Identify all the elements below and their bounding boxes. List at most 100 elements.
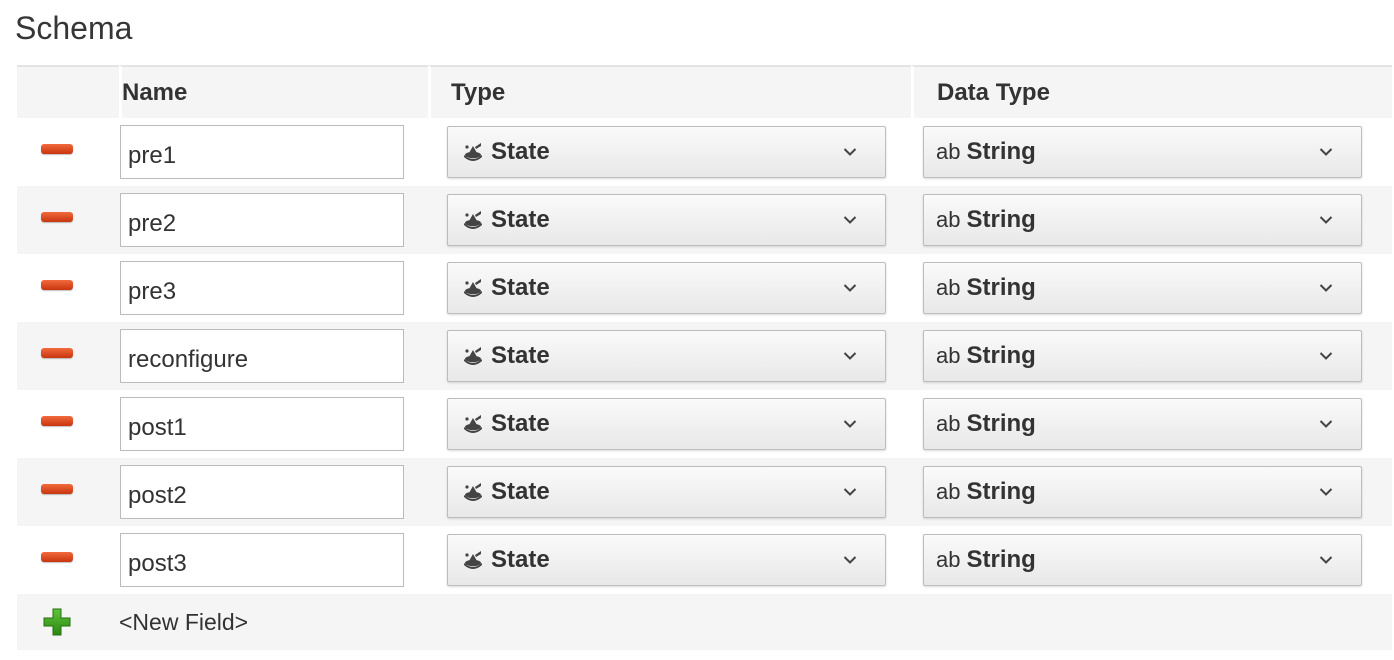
row-actions-cell [17, 458, 119, 526]
schema-table: Name Type Data Type pre1 State ab String… [17, 65, 1392, 650]
remove-field-button[interactable] [41, 348, 73, 360]
string-type-icon: ab [936, 207, 961, 232]
type-select[interactable]: State [447, 330, 886, 382]
string-type-icon: ab [936, 411, 961, 436]
header-data-type: Data Type [911, 65, 1392, 118]
minus-icon [41, 484, 73, 494]
add-field-button[interactable] [42, 607, 72, 637]
data-type-select[interactable]: ab String [923, 466, 1362, 518]
type-select[interactable]: State [447, 534, 886, 586]
remove-field-button[interactable] [41, 144, 73, 156]
section-title: Schema [15, 10, 133, 46]
type-select[interactable]: State [447, 466, 886, 518]
name-cell [119, 186, 428, 254]
type-cell: State [428, 390, 911, 458]
new-field-row: <New Field> [17, 594, 1392, 650]
state-icon [461, 345, 485, 367]
chevron-down-icon [843, 417, 857, 431]
data-type-select[interactable]: ab String [923, 194, 1362, 246]
type-select[interactable]: State [447, 398, 886, 450]
type-value: State [491, 546, 550, 573]
data-type-select[interactable]: ab String [923, 262, 1362, 314]
type-select[interactable]: State [447, 126, 886, 178]
header-type-label: Type [451, 78, 506, 106]
chevron-down-icon [843, 281, 857, 295]
data-type-select[interactable]: ab String [923, 330, 1362, 382]
data-type-select[interactable]: ab String [923, 126, 1362, 178]
string-type-icon: ab [936, 275, 961, 300]
remove-field-button[interactable] [41, 416, 73, 428]
type-value: State [491, 410, 550, 437]
chevron-down-icon [1319, 417, 1333, 431]
minus-icon [41, 552, 73, 562]
data-type-cell: ab String [911, 322, 1392, 390]
type-select[interactable]: State [447, 262, 886, 314]
chevron-down-icon [1319, 145, 1333, 159]
state-icon [461, 141, 485, 163]
row-actions-cell [17, 322, 119, 390]
type-cell: State [428, 322, 911, 390]
chevron-down-icon [1319, 281, 1333, 295]
header-type: Type [428, 65, 911, 118]
table-row: State ab String [17, 458, 1392, 526]
field-name-input[interactable] [120, 261, 404, 315]
string-type-icon: ab [936, 479, 961, 504]
row-actions-cell [17, 254, 119, 322]
minus-icon [41, 280, 73, 290]
remove-field-button[interactable] [41, 212, 73, 224]
chevron-down-icon [843, 485, 857, 499]
field-name-input[interactable] [120, 193, 404, 247]
type-value: State [491, 478, 550, 505]
chevron-down-icon [843, 553, 857, 567]
header-name: Name [119, 65, 428, 118]
name-cell [119, 390, 428, 458]
data-type-cell: ab String [911, 186, 1392, 254]
plus-icon [43, 608, 71, 635]
state-icon [461, 481, 485, 503]
remove-field-button[interactable] [41, 484, 73, 496]
remove-field-button[interactable] [41, 552, 73, 564]
type-value: State [491, 138, 550, 165]
data-type-value: String [966, 138, 1036, 165]
name-cell [119, 118, 428, 186]
field-name-input[interactable] [120, 125, 404, 179]
chevron-down-icon [1319, 213, 1333, 227]
string-type-icon: ab [936, 547, 961, 572]
string-type-icon: ab [936, 343, 961, 368]
row-actions-cell [17, 186, 119, 254]
data-type-cell: ab String [911, 458, 1392, 526]
chevron-down-icon [1319, 349, 1333, 363]
type-cell: State [428, 118, 911, 186]
state-icon [461, 549, 485, 571]
minus-icon [41, 416, 73, 426]
new-field-label-cell: <New Field> [119, 594, 1392, 650]
data-type-value: String [966, 342, 1036, 369]
header-actions [17, 65, 119, 118]
header-name-label: Name [122, 78, 188, 106]
table-row: State ab String [17, 118, 1392, 186]
type-select[interactable]: State [447, 194, 886, 246]
remove-field-button[interactable] [41, 280, 73, 292]
data-type-value: String [966, 410, 1036, 437]
type-cell: State [428, 254, 911, 322]
field-name-input[interactable] [120, 329, 404, 383]
data-type-cell: ab String [911, 254, 1392, 322]
table-header-row: Name Type Data Type [17, 65, 1392, 118]
schema-page: Schema Name Type Data Type pre1 State ab… [0, 0, 1394, 660]
type-cell: State [428, 526, 911, 594]
data-type-select[interactable]: ab String [923, 534, 1362, 586]
row-actions-cell [17, 118, 119, 186]
new-field-actions-cell [17, 594, 119, 650]
data-type-select[interactable]: ab String [923, 398, 1362, 450]
chevron-down-icon [843, 213, 857, 227]
new-field-link[interactable]: <New Field> [119, 609, 248, 635]
data-type-cell: ab String [911, 118, 1392, 186]
field-name-input[interactable] [120, 397, 404, 451]
data-type-value: String [966, 274, 1036, 301]
row-actions-cell [17, 390, 119, 458]
field-name-input[interactable] [120, 533, 404, 587]
field-name-input[interactable] [120, 465, 404, 519]
chevron-down-icon [1319, 485, 1333, 499]
table-row: State ab String [17, 526, 1392, 594]
minus-icon [41, 212, 73, 222]
